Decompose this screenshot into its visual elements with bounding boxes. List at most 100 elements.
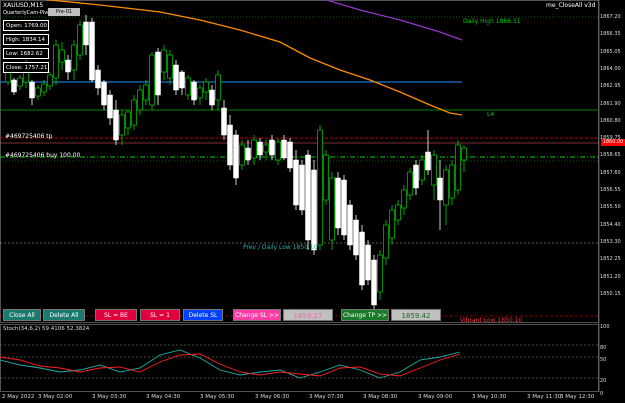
candle-body bbox=[83, 21, 89, 46]
candle-body bbox=[347, 204, 353, 246]
candle-body bbox=[101, 81, 107, 106]
stoch-label: Stoch(34,6,2) 59.4106 52.3824 bbox=[3, 326, 90, 332]
sl-be-button[interactable]: SL = BE bbox=[95, 309, 137, 321]
candle-body bbox=[29, 81, 35, 99]
candle-body bbox=[395, 204, 401, 221]
stoch-main-line bbox=[0, 349, 461, 379]
time-axis-label: 3 May 11:30 bbox=[527, 394, 562, 400]
price-axis-label: 1856.55 bbox=[600, 187, 621, 193]
time-axis-label: 3 May 02:00 bbox=[38, 394, 73, 400]
stoch-frame bbox=[0, 324, 599, 392]
price-axis-label: 1850.15 bbox=[600, 290, 621, 297]
candle-body bbox=[413, 164, 419, 189]
candle-body bbox=[167, 54, 173, 79]
change-sl-button[interactable]: Change SL >> bbox=[233, 309, 281, 321]
delete-all-button[interactable]: Delete All bbox=[43, 309, 85, 321]
symbol-label: XAUUSD,M15 bbox=[3, 2, 44, 9]
time-axis-label: 3 May 07:30 bbox=[309, 394, 344, 400]
candle-body bbox=[371, 259, 377, 306]
order-tp-label: #469725406 tp bbox=[5, 133, 53, 140]
price-axis-label: 1857.60 bbox=[600, 169, 621, 176]
candle-body bbox=[185, 77, 191, 96]
candle-body bbox=[155, 51, 161, 96]
l4-label: L4 bbox=[487, 111, 495, 118]
stoch-axis-label: 50 bbox=[600, 357, 607, 363]
candle-body bbox=[407, 171, 413, 196]
time-axis-label: 3 May 12:30 bbox=[560, 394, 595, 400]
price-axis-label: 1865.05 bbox=[600, 48, 621, 55]
price-axis-label: 1860.80 bbox=[600, 117, 621, 124]
ea-title: me_CloseAll v3d bbox=[546, 2, 596, 9]
info-close: Close: 1757.21 bbox=[3, 62, 49, 73]
price-axis-label: 1864.00 bbox=[600, 65, 621, 72]
order-buy-label: #469725406 buy 100.00 bbox=[5, 152, 81, 159]
candle-body bbox=[137, 89, 143, 111]
candle-body bbox=[191, 81, 197, 101]
price-axis-label: 1855.50 bbox=[600, 204, 621, 211]
candle-body bbox=[221, 107, 227, 136]
candle-body bbox=[11, 79, 17, 93]
candle-body bbox=[461, 147, 467, 161]
daily-high-label: Daily High 1866.51 bbox=[463, 18, 521, 25]
candle-body bbox=[431, 154, 437, 186]
candle-body bbox=[299, 164, 305, 211]
candle-body bbox=[419, 159, 425, 181]
candle-body bbox=[311, 169, 317, 251]
candle-body bbox=[359, 231, 365, 286]
price-axis-label: 1853.30 bbox=[600, 238, 621, 245]
candle-body bbox=[269, 139, 275, 156]
candle-body bbox=[365, 244, 371, 281]
candle-body bbox=[443, 169, 449, 206]
tp-value-field[interactable]: 1859.42 bbox=[391, 309, 441, 321]
price-axis-label: 1861.90 bbox=[600, 100, 621, 107]
candle-body bbox=[329, 177, 335, 241]
candle-body bbox=[107, 94, 113, 119]
info-low: Low: 1682.62 bbox=[3, 48, 49, 59]
candle-body bbox=[293, 159, 299, 206]
delete-sl-button[interactable]: Delete SL bbox=[183, 309, 223, 321]
candle-body bbox=[305, 154, 311, 241]
stoch-axis-label: 20 bbox=[600, 378, 607, 384]
candle-body bbox=[215, 74, 221, 101]
candle-body bbox=[179, 71, 185, 89]
change-tp-button[interactable]: Change TP >> bbox=[341, 309, 389, 321]
candle-body bbox=[353, 219, 359, 256]
stoch-axis-label: 80 bbox=[600, 345, 607, 351]
vibrant-low-label: Vibrant Low 1850.10 bbox=[460, 317, 523, 324]
candle-body bbox=[449, 164, 455, 199]
time-axis-label: 3 May 03:30 bbox=[92, 394, 127, 400]
candle-body bbox=[173, 64, 179, 91]
candle-body bbox=[59, 49, 65, 63]
price-axis-label: 1862.95 bbox=[600, 83, 621, 90]
candle-body bbox=[161, 49, 167, 73]
time-axis-label: 3 May 10:30 bbox=[472, 394, 507, 400]
candle-body bbox=[203, 81, 209, 93]
candle-body bbox=[245, 147, 251, 161]
stoch-axis-label: 100 bbox=[600, 324, 610, 330]
close-all-button[interactable]: Close All bbox=[3, 309, 41, 321]
pivot-selector[interactable]: Pre-01 bbox=[48, 8, 80, 16]
sl-value-field[interactable]: 1859.27 bbox=[283, 309, 333, 321]
time-axis-label: 3 May 05:30 bbox=[200, 394, 235, 400]
candle-body bbox=[65, 59, 71, 73]
candle-body bbox=[95, 69, 101, 89]
candle-body bbox=[113, 109, 119, 141]
candle-body bbox=[125, 111, 131, 129]
time-axis-label: 3 May 09:00 bbox=[418, 394, 453, 400]
info-open: Open: 1769.00 bbox=[3, 20, 49, 31]
candle-body bbox=[455, 144, 461, 191]
candle-body bbox=[239, 144, 245, 166]
candle-body bbox=[47, 74, 53, 87]
candle-body bbox=[425, 151, 431, 171]
candle-body bbox=[77, 24, 83, 56]
purple-ma-line bbox=[324, 0, 463, 41]
candle-body bbox=[17, 77, 23, 87]
candle-body bbox=[257, 141, 263, 156]
candle-body bbox=[197, 87, 203, 99]
price-axis-label: 1867.20 bbox=[600, 14, 621, 20]
sl-1-button[interactable]: SL = 1 bbox=[140, 309, 180, 321]
chart-canvas[interactable] bbox=[0, 0, 625, 403]
candle-body bbox=[335, 177, 341, 229]
candle-body bbox=[227, 124, 233, 166]
price-axis-label: 1854.40 bbox=[600, 221, 621, 228]
